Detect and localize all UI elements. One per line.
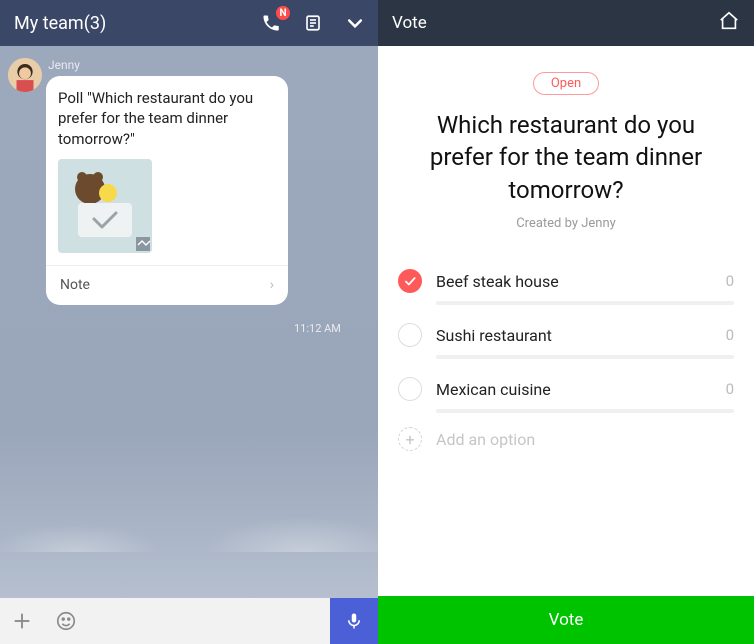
note-icon [304,13,322,33]
radio-checked[interactable] [398,269,422,293]
check-icon [403,274,417,288]
message-text: Poll "Which restaurant do you prefer for… [58,88,276,149]
expand-button[interactable] [344,12,366,34]
message-timestamp: 11:12 AM [294,322,341,335]
plus-dashed-icon: + [398,427,422,451]
vote-option[interactable]: Mexican cuisine 0 [398,367,734,403]
background-clouds [0,462,378,552]
attach-button[interactable] [0,598,44,644]
note-row[interactable]: Note › [46,265,288,305]
chat-header: My team(3) N [0,0,378,46]
call-badge: N [276,6,290,20]
add-option-label: Add an option [436,430,535,449]
home-button[interactable] [718,10,740,36]
chevron-down-icon [345,13,365,33]
option-count: 0 [726,272,734,290]
vote-pane: Vote Open Which restaurant do you prefer… [378,0,754,644]
message-bubble[interactable]: Poll "Which restaurant do you prefer for… [46,76,288,305]
avatar[interactable] [8,58,42,92]
smile-icon [55,610,77,632]
plus-icon [11,610,33,632]
chat-input-bar [0,598,378,644]
chat-title: My team(3) [14,13,260,34]
option-label: Sushi restaurant [436,326,726,345]
chat-pane: My team(3) N Jenny Poll "Which res [0,0,378,644]
vote-header-title: Vote [392,13,718,33]
vote-body: Open Which restaurant do you prefer for … [378,46,754,596]
vote-submit-button[interactable]: Vote [378,596,754,644]
call-button[interactable]: N [260,12,282,34]
radio-unchecked[interactable] [398,377,422,401]
option-count: 0 [726,326,734,344]
message-input[interactable] [88,598,330,644]
chat-messages[interactable]: Jenny Poll "Which restaurant do you pref… [0,46,378,598]
status-badge: Open [533,72,599,95]
vote-option[interactable]: Sushi restaurant 0 [398,313,734,349]
vote-options: Beef steak house 0 Sushi restaurant 0 Me… [398,259,734,451]
emoji-button[interactable] [44,598,88,644]
vote-button-label: Vote [549,610,584,630]
vote-option[interactable]: Beef steak house 0 [398,259,734,295]
notes-button[interactable] [302,12,324,34]
sender-name: Jenny [48,58,80,72]
option-progress [436,409,734,413]
vote-created-by: Created by Jenny [398,216,734,231]
add-option-button[interactable]: + Add an option [398,427,734,451]
option-count: 0 [726,380,734,398]
option-progress [436,301,734,305]
mic-icon [345,610,363,632]
option-label: Mexican cuisine [436,380,726,399]
voice-button[interactable] [330,598,378,644]
vote-question: Which restaurant do you prefer for the t… [398,109,734,206]
home-icon [718,10,740,32]
poll-sticker [58,159,152,253]
note-label: Note [60,276,90,295]
option-label: Beef steak house [436,272,726,291]
radio-unchecked[interactable] [398,323,422,347]
option-progress [436,355,734,359]
chat-header-actions: N [260,12,366,34]
vote-header: Vote [378,0,754,46]
chevron-right-icon: › [270,276,274,295]
